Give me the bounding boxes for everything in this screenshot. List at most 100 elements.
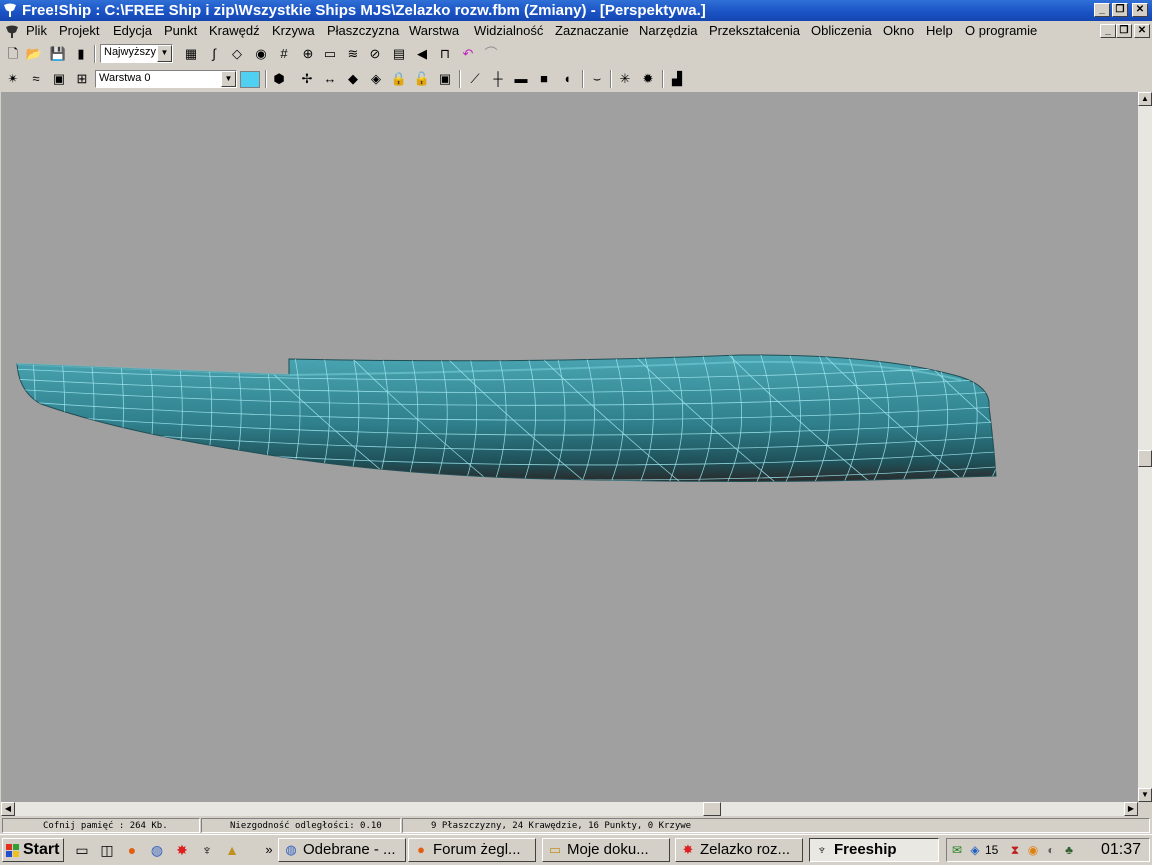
flip-normals-icon[interactable]: ▟	[668, 70, 686, 88]
curve-add-icon[interactable]: ⌣	[588, 70, 606, 88]
speaker-icon[interactable]: ◐	[1043, 842, 1059, 858]
minimize-button[interactable]: _	[1094, 3, 1110, 17]
network-icon[interactable]: ◈	[967, 842, 983, 858]
layers-icon[interactable]: ≈	[27, 70, 45, 88]
menu-edycja[interactable]: Edycja	[113, 23, 152, 38]
unlock-icon[interactable]: 🔓	[413, 70, 431, 88]
markers-icon[interactable]: ◇	[228, 45, 246, 63]
close-button[interactable]: ✕	[1132, 3, 1148, 17]
buttocks-icon[interactable]: ▭	[321, 45, 339, 63]
explorer-icon[interactable]: ◫	[98, 841, 116, 859]
new-face-icon[interactable]: ■	[535, 70, 553, 88]
folder-icon[interactable]: ▲	[223, 841, 241, 859]
curvature-icon[interactable]: ∫	[205, 45, 223, 63]
intersect-icon[interactable]: ◖	[558, 70, 576, 88]
menu-punkt[interactable]: Punkt	[164, 23, 197, 38]
new-file-icon[interactable]: 🗋	[4, 45, 22, 63]
scroll-up-icon[interactable]: ▲	[1138, 92, 1152, 106]
task-moje-dokumenty[interactable]: ▭ Moje doku...	[542, 838, 670, 862]
extrude-edge-icon[interactable]: ┼	[489, 70, 507, 88]
layer-shape-icon[interactable]: ⬢	[270, 70, 288, 88]
stations-icon[interactable]: ⊕	[299, 45, 317, 63]
menu-zaznaczanie[interactable]: Zaznaczanie	[555, 23, 629, 38]
thunderbird-icon[interactable]: ◍	[148, 841, 166, 859]
freeship-file-icon[interactable]: ✸	[173, 841, 191, 859]
show-desktop-icon[interactable]: ▭	[73, 841, 91, 859]
menu-okno[interactable]: Okno	[883, 23, 914, 38]
quicklaunch-overflow[interactable]: »	[260, 841, 278, 859]
menu-narzedzia[interactable]: Narzędzia	[639, 23, 698, 38]
precision-select[interactable]: Najwyższy ▼	[100, 44, 173, 63]
shading-icon[interactable]: ◉	[252, 45, 270, 63]
save-icon[interactable]: 💾	[49, 45, 67, 63]
menu-krzywa[interactable]: Krzywa	[272, 23, 315, 38]
freeship-icon[interactable]: ♆	[198, 841, 216, 859]
power-icon[interactable]: ♣	[1061, 842, 1077, 858]
menu-projekt[interactable]: Projekt	[59, 23, 99, 38]
scroll-left-icon[interactable]: ◀	[1, 802, 15, 816]
remove-unused-icon[interactable]: ✹	[639, 70, 657, 88]
menu-obliczenia[interactable]: Obliczenia	[811, 23, 872, 38]
child-window-icon[interactable]	[4, 23, 20, 39]
layer-select[interactable]: Warstwa 0 ▼	[95, 70, 237, 88]
vertical-scroll-thumb[interactable]	[1138, 450, 1152, 467]
layer-grid-icon[interactable]: ⊞	[73, 70, 91, 88]
child-close-button[interactable]: ✕	[1134, 24, 1150, 38]
dropdown-arrow-icon[interactable]: ▼	[157, 45, 172, 62]
menu-help[interactable]: Help	[926, 23, 953, 38]
start-button[interactable]: Start	[2, 838, 64, 862]
hydrostatics-icon[interactable]: ▤	[390, 45, 408, 63]
task-forum[interactable]: ● Forum żegl...	[408, 838, 536, 862]
open-folder-icon[interactable]: 📂	[25, 45, 43, 63]
scroll-right-icon[interactable]: ▶	[1124, 802, 1138, 816]
window-title: Free!Ship : C:\FREE Ship i zip\Wszystkie…	[22, 2, 706, 19]
collapse-point-icon[interactable]: ↔	[321, 70, 339, 88]
hull-shell[interactable]	[16, 354, 997, 482]
menu-o-programie[interactable]: O programie	[965, 23, 1037, 38]
vertical-scrollbar[interactable]: ▲ ▼	[1138, 92, 1152, 802]
waterlines-icon[interactable]: ≋	[344, 45, 362, 63]
maximize-button[interactable]: ❐	[1112, 3, 1128, 17]
task-zelazko[interactable]: ✸ Zelazko roz...	[675, 838, 803, 862]
diagonals-icon[interactable]: ⊘	[366, 45, 384, 63]
layer-visibility-icon[interactable]: ✴	[4, 70, 22, 88]
title-bar[interactable]: Free!Ship : C:\FREE Ship i zip\Wszystkie…	[0, 0, 1152, 21]
menu-widzialnosc[interactable]: Widzialność	[474, 23, 543, 38]
unlock-all-icon[interactable]: ▣	[436, 70, 454, 88]
curve-gray-icon[interactable]: ⌒	[482, 45, 500, 63]
move-point-icon[interactable]: ✢	[298, 70, 316, 88]
menu-krawedz[interactable]: Krawędź	[209, 23, 260, 38]
mail-icon[interactable]: ✉	[949, 842, 965, 858]
firefox-icon[interactable]: ●	[123, 841, 141, 859]
hull-render[interactable]	[1, 92, 1138, 802]
task-freeship[interactable]: ♆ Freeship	[809, 838, 939, 862]
crease-edge-icon[interactable]: ▬	[512, 70, 530, 88]
menu-przeksztalcenia[interactable]: Przekształcenia	[709, 23, 800, 38]
perspective-viewport[interactable]	[1, 92, 1138, 802]
horizontal-scroll-thumb[interactable]	[703, 802, 721, 816]
antivirus-icon[interactable]: ◉	[1025, 842, 1041, 858]
curve-color-icon[interactable]: ↶	[459, 45, 477, 63]
child-restore-button[interactable]: ❐	[1116, 24, 1132, 38]
flowlines-icon[interactable]: ◀	[413, 45, 431, 63]
child-minimize-button[interactable]: _	[1100, 24, 1116, 38]
layer-properties-icon[interactable]: ▣	[50, 70, 68, 88]
menu-warstwa[interactable]: Warstwa	[409, 23, 459, 38]
dropdown-arrow-icon[interactable]: ▼	[221, 71, 236, 87]
horizontal-scrollbar[interactable]: ◀ ▶	[1, 802, 1138, 816]
menu-plik[interactable]: Plik	[26, 23, 47, 38]
sections-icon[interactable]: ⊓	[436, 45, 454, 63]
menu-plaszczyzna[interactable]: Płaszczyzna	[327, 23, 399, 38]
lock-icon[interactable]: 🔒	[390, 70, 408, 88]
control-net-icon[interactable]: ▦	[182, 45, 200, 63]
task-odebrane[interactable]: ◍ Odebrane - ...	[278, 838, 406, 862]
hourglass-icon[interactable]: ⧗	[1007, 842, 1023, 858]
split-edge-icon[interactable]: ⟋	[466, 70, 484, 88]
scroll-down-icon[interactable]: ▼	[1138, 788, 1152, 802]
face-icon[interactable]: ◈	[367, 70, 385, 88]
insert-plane-icon[interactable]: ◆	[344, 70, 362, 88]
exit-door-icon[interactable]: ▮	[72, 45, 90, 63]
grid-icon[interactable]: #	[275, 45, 293, 63]
check-model-icon[interactable]: ✳	[616, 70, 634, 88]
layer-color-swatch[interactable]	[240, 71, 260, 88]
